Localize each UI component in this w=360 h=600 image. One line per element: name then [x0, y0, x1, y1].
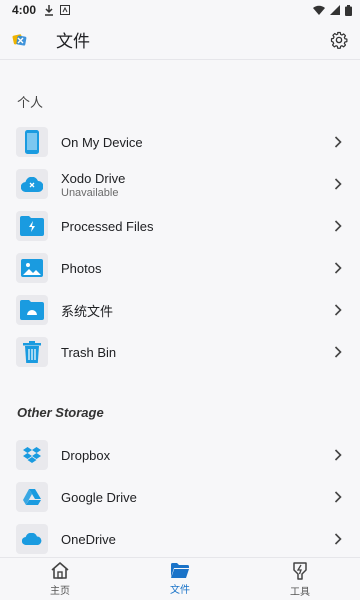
source-item-trash-bin[interactable]: Trash Bin [0, 331, 360, 373]
status-bar: 4:00 [0, 0, 360, 20]
nav-tab-label: 文件 [170, 585, 190, 596]
folder-icon [20, 300, 44, 320]
app-notification-icon [60, 5, 71, 15]
source-item-label: Processed Files [61, 218, 154, 234]
source-item-label: Trash Bin [61, 344, 117, 360]
nav-tab-label: 工具 [290, 586, 310, 598]
file-sources-list: 个人 On My Device Xodo Drive Unavailable P… [0, 61, 360, 557]
onedrive-icon [22, 533, 42, 545]
source-item-dropbox[interactable]: Dropbox [0, 434, 360, 476]
source-item-xodo-drive[interactable]: Xodo Drive Unavailable [0, 163, 360, 205]
folder-open-icon [171, 563, 189, 578]
dropbox-icon [23, 447, 41, 463]
icon-container [16, 295, 48, 325]
folder-bolt-icon [20, 216, 44, 236]
icon-container [16, 337, 48, 367]
source-item-processed-files[interactable]: Processed Files [0, 205, 360, 247]
icon-container [16, 169, 48, 199]
source-item-google-drive[interactable]: Google Drive [0, 476, 360, 518]
chevron-right-icon [334, 449, 342, 461]
source-item-system-files[interactable]: 系统文件 [0, 289, 360, 331]
nav-tab-files[interactable]: 文件 [120, 558, 240, 600]
source-item-on-my-device[interactable]: On My Device [0, 121, 360, 163]
chevron-right-icon [334, 136, 342, 148]
chevron-right-icon [334, 491, 342, 503]
chevron-right-icon [334, 262, 342, 274]
source-item-label: On My Device [61, 134, 143, 150]
phone-icon [25, 130, 39, 154]
chevron-right-icon [334, 304, 342, 316]
download-icon [45, 4, 54, 16]
settings-gear-icon[interactable] [330, 31, 348, 49]
icon-container [16, 211, 48, 241]
image-icon [21, 259, 43, 277]
home-icon [51, 562, 69, 579]
wifi-icon [313, 5, 325, 15]
xodo-logo-icon [12, 33, 27, 46]
trash-icon [23, 341, 41, 363]
status-time: 4:00 [12, 3, 37, 17]
source-item-label: Photos [61, 260, 102, 276]
section-title-personal: 个人 [17, 95, 44, 110]
source-item-label: 系统文件 [61, 303, 114, 319]
page-title: 文件 [56, 32, 90, 51]
cloud-icon [21, 176, 43, 192]
source-item-photos[interactable]: Photos [0, 247, 360, 289]
source-item-label: Xodo Drive [61, 171, 126, 186]
section-title-other-storage: Other Storage [17, 405, 104, 420]
signal-icon [330, 5, 340, 15]
source-item-label: Google Drive [61, 489, 137, 505]
nav-tab-label: 主页 [50, 586, 70, 597]
source-item-onedrive[interactable]: OneDrive [0, 518, 360, 557]
bottom-navigation: 主页 文件 工具 [0, 557, 360, 600]
source-item-label: OneDrive [61, 531, 116, 547]
chevron-right-icon [334, 533, 342, 545]
icon-container [16, 127, 48, 157]
icon-container [16, 524, 48, 554]
source-item-status: Unavailable [61, 187, 119, 199]
chevron-right-icon [334, 220, 342, 232]
nav-tab-tools[interactable]: 工具 [240, 558, 360, 600]
icon-container [16, 440, 48, 470]
nav-tab-home[interactable]: 主页 [0, 558, 120, 600]
tools-icon [293, 561, 307, 580]
chevron-right-icon [334, 346, 342, 358]
battery-icon [345, 4, 352, 16]
icon-container [16, 482, 48, 512]
app-bar: 文件 [0, 20, 360, 60]
source-item-label: Dropbox [61, 447, 111, 463]
chevron-right-icon [334, 178, 342, 190]
icon-container [16, 253, 48, 283]
google-drive-icon [23, 489, 41, 505]
